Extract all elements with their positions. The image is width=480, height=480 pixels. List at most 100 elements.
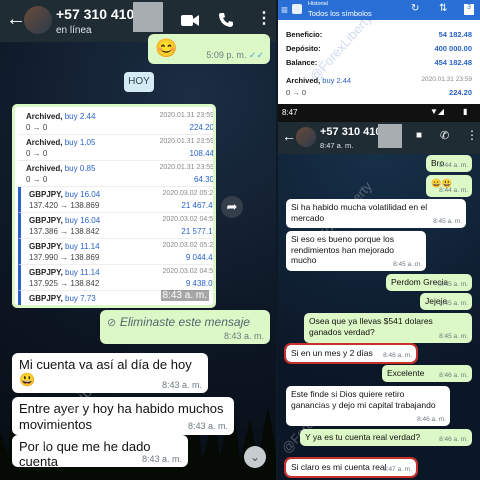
forward-icon[interactable]: ➦ <box>221 196 243 218</box>
history-label: Historial <box>308 1 328 7</box>
video-call-icon[interactable] <box>181 14 199 27</box>
deal-row: GBPJPY, buy 11.14 137.990 → 138.869 2020.0… <box>18 239 216 265</box>
deal-prices: 137.925 → 138.842 <box>29 279 100 288</box>
message-bubble[interactable]: Excelente 8:46 a. m. <box>382 365 472 382</box>
deal-side: buy 16.04 <box>65 190 101 199</box>
app-logo-icon <box>292 4 302 14</box>
deal-prices: 137.386 → 138.842 <box>29 227 100 236</box>
phone-icon[interactable]: ✆ <box>440 129 449 142</box>
message-time: 8:44 a. m. <box>439 161 468 169</box>
message-time: 5:09 p. m. <box>206 50 247 60</box>
refresh-icon[interactable]: ↻ <box>411 3 419 14</box>
more-vert-icon[interactable]: ⋮ <box>256 8 272 28</box>
deal-side: buy 1.05 <box>64 138 96 147</box>
avatar[interactable] <box>24 6 52 34</box>
message-time: 8:45 a. m. <box>439 299 468 307</box>
deal-row: GBPJPY, buy 11.14 137.925 → 138.842 2020.0… <box>18 265 216 291</box>
deal-name: GBPJPY, <box>29 190 63 199</box>
image-message[interactable]: Archived, buy 2.44 0 → 0 2020.01.31 23:59 2… <box>12 104 216 308</box>
message-bubble[interactable]: Jejeje 8:45 a. m. <box>420 293 472 310</box>
message-time: 8:47 a. m. <box>383 465 412 473</box>
deal-side: buy 11.14 <box>65 242 100 251</box>
censor-box <box>133 2 163 32</box>
message-time: 8:46 a. m. <box>439 371 468 379</box>
sort-icon[interactable]: ⇅ <box>439 3 447 14</box>
deal-value: 108.44 <box>189 149 214 158</box>
day-chip: HOY <box>124 72 154 92</box>
deal-side: buy 11.14 <box>65 268 100 277</box>
calendar-icon[interactable]: 3 <box>464 4 474 15</box>
deal-date: 2020.01.31 23:59 <box>159 112 214 119</box>
deal-value: 224.20 <box>449 88 472 97</box>
message-bubble[interactable]: Perdom Grecia 8:45 a. m. <box>386 274 472 291</box>
deal-row: Archived, buy 1.05 0 → 0 2020.01.31 23:59 1… <box>18 135 214 161</box>
message-bubble[interactable]: 😀😃 8:44 a. m. <box>426 175 472 197</box>
history-toolbar: ≡ Historial Todos los símbolos ↻ ⇅ 3 <box>278 0 480 20</box>
phone-icon[interactable] <box>218 12 234 28</box>
deal-side: buy 0.85 <box>64 164 96 173</box>
summary-value: 54 182.48 <box>438 30 472 39</box>
message-bubble[interactable]: Si ha habido mucha volatilidad en el mer… <box>286 199 466 228</box>
message-bubble[interactable]: Si eso es bueno porque los rendimientos … <box>286 231 426 271</box>
summary-value: 400 000.00 <box>434 44 472 53</box>
message-text: Si eso es bueno porque los rendimientos … <box>291 234 395 266</box>
deal-date: 2020.03.02 04:55 <box>162 268 216 275</box>
deal-date: 2020.03.02 05:23 <box>162 190 216 197</box>
deal-name: GBPJPY, <box>29 294 63 303</box>
emoji-message[interactable]: 😊 5:09 p. m. ✓✓ <box>148 34 270 64</box>
message-time: 8:43 a. m. <box>141 454 182 464</box>
contact-title[interactable]: +57 310 410 <box>320 126 381 138</box>
deal-name: GBPJPY, <box>29 216 63 225</box>
arrow-left-icon[interactable]: ← <box>6 8 26 31</box>
message-text: Osea que ya llevas $541 dolares ganados … <box>309 316 433 337</box>
message-bubble[interactable]: Si en un mes y 2 días 8:46 a. m. <box>284 343 418 364</box>
message-time: 8:46 a. m. <box>417 415 446 423</box>
deal-value: 64.30 <box>193 175 214 184</box>
censor-box <box>378 124 402 148</box>
message-time: 8:45 a. m. <box>393 260 422 268</box>
message-bubble[interactable]: Bro 8:44 a. m. <box>426 155 472 172</box>
smile-emoji-icon: 😊 <box>155 38 178 58</box>
contact-title[interactable]: +57 310 410 <box>56 6 134 22</box>
message-text: Si claro es mi cuenta real <box>291 462 387 472</box>
message-text: Y ya es tu cuenta real verdad? <box>305 432 421 442</box>
deal-name: Archived, <box>26 164 63 173</box>
deal-value: 9 438.06 <box>185 279 216 288</box>
deal-name: GBPJPY, <box>29 242 63 251</box>
deal-prices: 137.420 → 138.869 <box>29 201 100 210</box>
message-bubble[interactable]: Y ya es tu cuenta real verdad? 8:46 a. m. <box>300 429 472 446</box>
image-time: 8:43 a. m. <box>160 290 209 301</box>
deleted-message[interactable]: ⊘ Eliminaste este mensaje 8:43 a. m. <box>100 310 270 344</box>
left-chat-panel: ← +57 310 410 en línea ⋮ 😊 5:09 p. m. ✓✓… <box>0 0 276 480</box>
deal-name: Archived, <box>26 112 63 121</box>
deal-prices: 0 → 0 <box>26 123 48 132</box>
status-bar: 8:47 ▼◢ ▮ <box>278 104 480 122</box>
deal-value: 9 044.45 <box>185 253 216 262</box>
video-call-icon[interactable]: ■ <box>416 130 422 141</box>
message-time: 8:43 a. m. <box>187 420 228 431</box>
right-screenshot-panel: ≡ Historial Todos los símbolos ↻ ⇅ 3 Ben… <box>278 0 480 480</box>
deal-date: 2020.03.02 05:23 <box>162 242 216 249</box>
message-text: Si en un mes y 2 días <box>291 348 373 358</box>
deal-row: Archived, buy 2.44 0 → 0 2020.01.31 23:59 2… <box>18 109 214 135</box>
deal-side: buy 2.44 <box>322 76 352 85</box>
deal-side: buy 2.44 <box>64 112 96 121</box>
blocked-icon: ⊘ <box>107 317 117 329</box>
message-bubble[interactable]: Osea que ya llevas $541 dolares ganados … <box>304 313 472 343</box>
summary-value: 454 182.48 <box>434 58 472 67</box>
deal-name: Archived, <box>26 138 63 147</box>
menu-icon[interactable]: ≡ <box>281 3 288 17</box>
message-time: 8:44 a. m. <box>439 186 468 194</box>
avatar[interactable] <box>296 127 316 147</box>
deal-prices: 0 → 0 <box>286 88 307 97</box>
message-bubble[interactable]: Si claro es mi cuenta real 8:47 a. m. <box>284 457 418 478</box>
deal-value: 21 467.46 <box>181 201 216 210</box>
more-vert-icon[interactable]: ⋮ <box>466 128 478 142</box>
contact-status: 8:47 a. m. <box>320 141 354 150</box>
chat-header: ← +57 310 410 8:47 a. m. ■ ✆ ⋮ <box>278 122 480 154</box>
arrow-left-icon[interactable]: ← <box>282 128 296 144</box>
signal-icon: ▼◢ <box>430 107 445 116</box>
clock: 8:47 <box>282 108 298 117</box>
scroll-down-button[interactable]: ⌄ <box>244 446 266 468</box>
deal-date: 2020.01.31 23:59 <box>159 164 214 171</box>
